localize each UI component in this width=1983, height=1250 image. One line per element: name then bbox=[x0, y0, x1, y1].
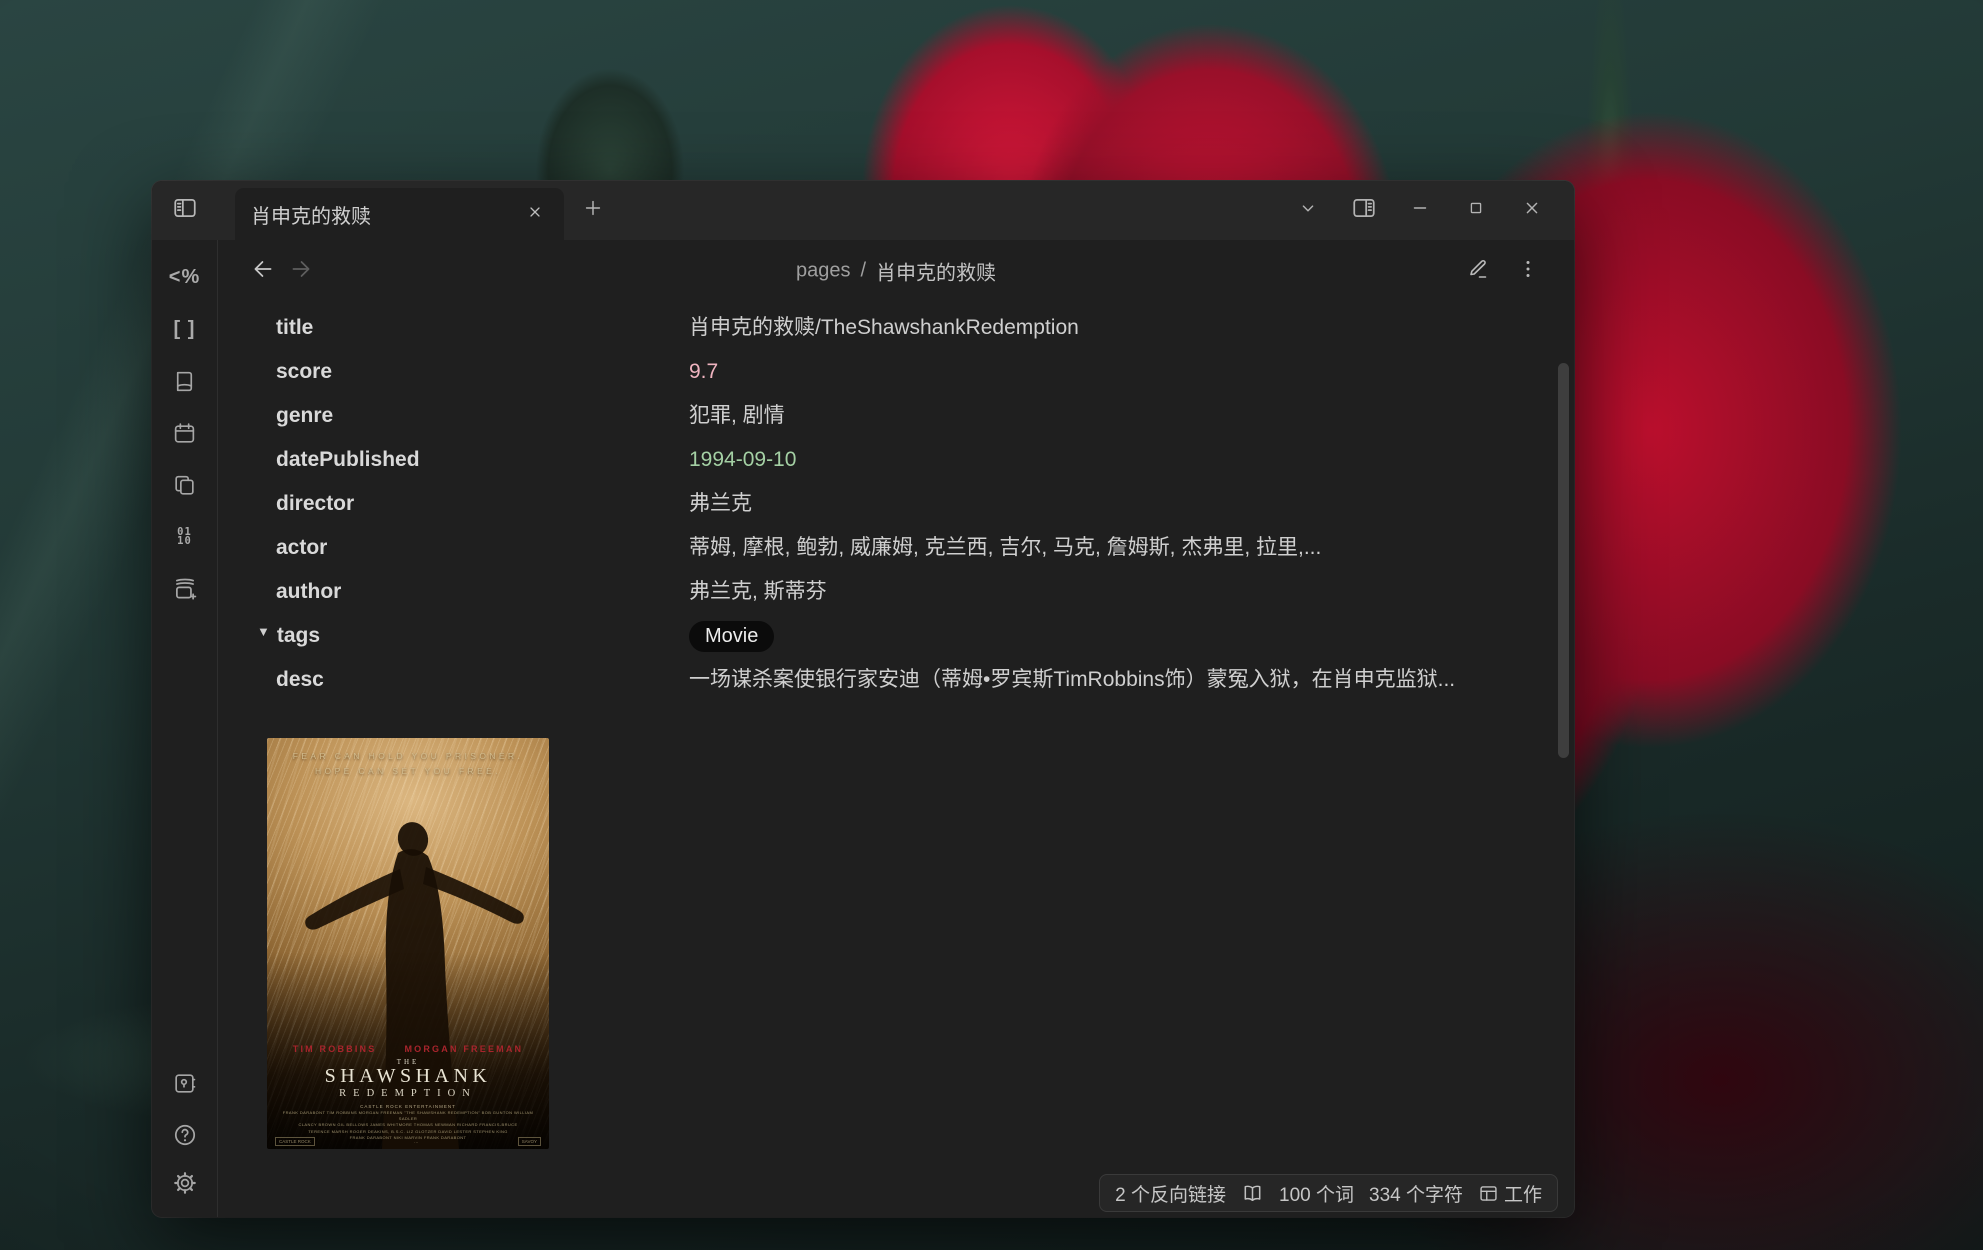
document-actions bbox=[1458, 252, 1548, 290]
settings-gear-icon[interactable] bbox=[165, 1163, 205, 1203]
workspace-name: 工作 bbox=[1504, 1180, 1542, 1207]
attr-value-actor[interactable]: 蒂姆, 摩根, 鲍勃, 威廉姆, 克兰西, 吉尔, 马克, 詹姆斯, 杰弗里, … bbox=[689, 526, 1489, 570]
attr-label-genre[interactable]: genre bbox=[276, 394, 689, 438]
vertical-scrollbar-thumb[interactable] bbox=[1558, 363, 1569, 758]
table-row: actor 蒂姆, 摩根, 鲍勃, 威廉姆, 克兰西, 吉尔, 马克, 詹姆斯,… bbox=[276, 526, 1574, 570]
kebab-menu-icon bbox=[1516, 257, 1540, 286]
attr-label-author[interactable]: author bbox=[276, 570, 689, 614]
panel-right-icon bbox=[1351, 195, 1377, 226]
document-tab[interactable]: 肖申克的救赎 bbox=[235, 188, 564, 240]
movie-poster-image[interactable]: FEAR CAN HOLD YOU PRISONER. HOPE CAN SET… bbox=[267, 738, 549, 1149]
minimize-button[interactable] bbox=[1392, 181, 1448, 240]
close-icon bbox=[527, 204, 543, 225]
table-row: datePublished 1994-09-10 bbox=[276, 438, 1574, 482]
workspace-layout-icon bbox=[1478, 1183, 1499, 1204]
attr-label-desc[interactable]: desc bbox=[276, 658, 689, 702]
data-safe-icon[interactable] bbox=[165, 1063, 205, 1103]
poster-logos: CASTLE ROCK … SAVOY bbox=[275, 1137, 541, 1146]
table-row: title 肖申克的救赎/TheShawshankRedemption bbox=[276, 306, 1574, 350]
duplicate-pages-icon[interactable] bbox=[165, 465, 205, 505]
char-count: 334 个字符 bbox=[1369, 1180, 1463, 1207]
bookmark-brackets-icon[interactable]: [ ] bbox=[165, 309, 205, 349]
attr-label-actor[interactable]: actor bbox=[276, 526, 689, 570]
template-icon[interactable]: <% bbox=[165, 257, 205, 297]
notebook-icon[interactable] bbox=[165, 361, 205, 401]
breadcrumb-current[interactable]: 肖申克的救赎 bbox=[876, 257, 996, 286]
calendar-icon[interactable] bbox=[165, 413, 205, 453]
table-row: genre 犯罪, 剧情 bbox=[276, 394, 1574, 438]
collect-add-icon[interactable] bbox=[165, 569, 205, 609]
maximize-icon bbox=[1466, 198, 1486, 223]
attr-value-tags: Movie bbox=[689, 614, 1489, 658]
table-row: ▼ tags Movie bbox=[276, 614, 1574, 658]
open-book-icon bbox=[1241, 1182, 1264, 1205]
window-close-button[interactable] bbox=[1504, 181, 1560, 240]
chevron-down-icon bbox=[1297, 197, 1319, 224]
breadcrumb-separator: / bbox=[860, 260, 866, 283]
nav-back-button[interactable] bbox=[244, 252, 282, 290]
workspace-switcher[interactable]: 工作 bbox=[1478, 1180, 1542, 1207]
attr-label-datePublished[interactable]: datePublished bbox=[276, 438, 689, 482]
status-bar: 2 个反向链接 100 个词 334 个字符 工作 bbox=[1099, 1174, 1558, 1212]
tab-menu-button[interactable] bbox=[1280, 181, 1336, 240]
edit-mode-button[interactable] bbox=[1458, 252, 1498, 290]
attr-value-author[interactable]: 弗兰克, 斯蒂芬 bbox=[689, 570, 1489, 614]
close-icon bbox=[1521, 197, 1543, 224]
table-row: director 弗兰克 bbox=[276, 482, 1574, 526]
toggle-right-panel-button[interactable] bbox=[1336, 181, 1392, 240]
main-panel: pages / 肖申克的救赎 bbox=[218, 240, 1574, 1217]
attr-label-title[interactable]: title bbox=[276, 306, 689, 350]
tab-title: 肖申克的救赎 bbox=[251, 200, 514, 229]
nav-forward-button[interactable] bbox=[282, 252, 320, 290]
attribute-view: title 肖申克的救赎/TheShawshankRedemption scor… bbox=[218, 302, 1574, 1217]
maximize-button[interactable] bbox=[1448, 181, 1504, 240]
left-dock: <% [ ] 0110 bbox=[152, 240, 218, 1217]
attr-value-director[interactable]: 弗兰克 bbox=[689, 482, 1489, 526]
attr-label-score[interactable]: score bbox=[276, 350, 689, 394]
poster-star-names: TIM ROBBINSMORGAN FREEMAN bbox=[267, 1044, 549, 1054]
tag-pill-movie[interactable]: Movie bbox=[689, 621, 774, 652]
app-window: 肖申克的救赎 bbox=[152, 181, 1574, 1217]
arrow-left-icon bbox=[250, 256, 276, 287]
minimize-icon bbox=[1409, 197, 1431, 224]
more-options-button[interactable] bbox=[1508, 252, 1548, 290]
poster-studio-line: CASTLE ROCK ENTERTAINMENT bbox=[267, 1104, 549, 1109]
pencil-icon bbox=[1466, 257, 1490, 286]
attr-value-datePublished[interactable]: 1994-09-10 bbox=[689, 438, 1489, 482]
arrow-right-icon bbox=[288, 256, 314, 287]
attr-value-title[interactable]: 肖申克的救赎/TheShawshankRedemption bbox=[689, 306, 1489, 350]
table-row: author 弗兰克, 斯蒂芬 bbox=[276, 570, 1574, 614]
tab-close-button[interactable] bbox=[522, 201, 548, 227]
word-count: 100 个词 bbox=[1279, 1180, 1354, 1207]
document-header: pages / 肖申克的救赎 bbox=[218, 240, 1574, 302]
poster-title-redemption: REDEMPTION bbox=[267, 1088, 549, 1099]
poster-tagline-2: HOPE CAN SET YOU FREE. bbox=[267, 766, 549, 776]
titlebar: 肖申克的救赎 bbox=[152, 181, 1574, 240]
breadcrumb-parent[interactable]: pages bbox=[796, 260, 851, 283]
breadcrumb: pages / 肖申克的救赎 bbox=[796, 257, 996, 286]
new-tab-button[interactable] bbox=[564, 181, 622, 240]
backlinks-count[interactable]: 2 个反向链接 bbox=[1115, 1180, 1226, 1207]
attr-value-desc[interactable]: 一场谋杀案使银行家安迪（蒂姆•罗宾斯TimRobbins饰）蒙冤入狱，在肖申克监… bbox=[689, 658, 1489, 702]
collapse-triangle-icon[interactable]: ▼ bbox=[257, 615, 270, 649]
attr-value-genre[interactable]: 犯罪, 剧情 bbox=[689, 394, 1489, 438]
poster-title-shawshank: SHAWSHANK bbox=[267, 1065, 549, 1088]
attr-label-tags[interactable]: ▼ tags bbox=[276, 614, 689, 658]
plus-icon bbox=[582, 197, 604, 224]
table-row: desc 一场谋杀案使银行家安迪（蒂姆•罗宾斯TimRobbins饰）蒙冤入狱，… bbox=[276, 658, 1574, 702]
attr-label-director[interactable]: director bbox=[276, 482, 689, 526]
binary-database-icon[interactable]: 0110 bbox=[165, 517, 205, 557]
help-icon[interactable] bbox=[165, 1115, 205, 1155]
attr-value-score[interactable]: 9.7 bbox=[689, 350, 1489, 394]
poster-tagline-1: FEAR CAN HOLD YOU PRISONER. bbox=[267, 751, 549, 761]
table-row: score 9.7 bbox=[276, 350, 1574, 394]
panel-left-icon bbox=[172, 195, 198, 226]
window-controls bbox=[1280, 181, 1574, 240]
dock-toggle-button[interactable] bbox=[152, 181, 218, 240]
